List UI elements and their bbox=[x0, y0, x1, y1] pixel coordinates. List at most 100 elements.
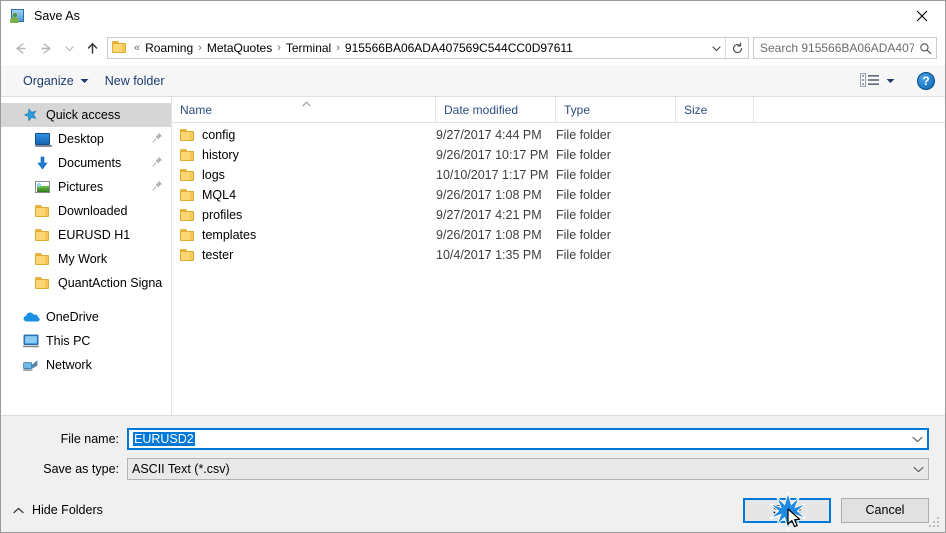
file-list-pane: Name Date modified Type Size config 9/27… bbox=[172, 97, 945, 415]
table-row[interactable]: profiles 9/27/2017 4:21 PM File folder bbox=[172, 205, 945, 225]
column-header-date-modified[interactable]: Date modified bbox=[436, 97, 556, 122]
column-header-size[interactable]: Size bbox=[676, 97, 754, 122]
hide-folders-label: Hide Folders bbox=[32, 503, 103, 517]
sidebar-item-label: My Work bbox=[58, 252, 108, 266]
folder-icon bbox=[180, 189, 195, 201]
breadcrumb-separator: › bbox=[198, 42, 202, 54]
column-header-label: Type bbox=[564, 102, 591, 117]
column-header-label: Name bbox=[180, 102, 213, 117]
sidebar-item-downloaded[interactable]: Downloaded bbox=[1, 199, 171, 223]
chevron-down-icon[interactable] bbox=[908, 466, 928, 473]
sidebar-item-label: Pictures bbox=[58, 180, 104, 194]
folder-icon bbox=[180, 149, 195, 161]
table-row[interactable]: history 9/26/2017 10:17 PM File folder bbox=[172, 145, 945, 165]
forward-arrow-icon[interactable] bbox=[33, 35, 59, 61]
save-as-type-label: Save as type: bbox=[43, 462, 119, 476]
save-as-type-row: Save as type: ASCII Text (*.csv) bbox=[1, 458, 945, 480]
breadcrumb-item-metaquotes[interactable]: MetaQuotes bbox=[205, 41, 274, 55]
file-type-cell: File folder bbox=[556, 168, 611, 182]
table-row[interactable]: MQL4 9/26/2017 1:08 PM File folder bbox=[172, 185, 945, 205]
breadcrumb-overflow[interactable]: « bbox=[131, 42, 143, 54]
breadcrumb-separator: › bbox=[336, 42, 340, 54]
table-row[interactable]: tester 10/4/2017 1:35 PM File folder bbox=[172, 245, 945, 265]
table-row[interactable]: logs 10/10/2017 1:17 PM File folder bbox=[172, 165, 945, 185]
hide-folders-button[interactable]: Hide Folders bbox=[13, 503, 103, 517]
folder-icon bbox=[180, 249, 195, 261]
organize-button[interactable]: Organize bbox=[15, 70, 97, 92]
folder-icon bbox=[180, 129, 195, 141]
breadcrumb-separator: › bbox=[277, 42, 281, 54]
refresh-icon[interactable] bbox=[725, 38, 748, 58]
recent-locations-chevron-down-icon[interactable] bbox=[59, 35, 79, 61]
file-name-cell: profiles bbox=[172, 208, 436, 222]
pin-icon[interactable] bbox=[152, 156, 163, 170]
folder-icon bbox=[180, 209, 195, 221]
back-arrow-icon[interactable] bbox=[7, 35, 33, 61]
file-name-cell: history bbox=[172, 148, 436, 162]
sidebar-item-documents[interactable]: Documents bbox=[1, 151, 171, 175]
column-header-type[interactable]: Type bbox=[556, 97, 676, 122]
folder-icon bbox=[35, 275, 52, 291]
file-date-cell: 9/26/2017 1:08 PM bbox=[436, 188, 542, 202]
window-title: Save As bbox=[34, 9, 80, 23]
file-type-cell: File folder bbox=[556, 208, 611, 222]
breadcrumb-item-roaming[interactable]: Roaming bbox=[143, 41, 195, 55]
file-date-cell: 9/26/2017 10:17 PM bbox=[436, 148, 549, 162]
new-folder-button[interactable]: New folder bbox=[97, 70, 173, 92]
address-chevron-down-icon[interactable] bbox=[708, 38, 725, 58]
sort-ascending-caret-icon bbox=[302, 96, 311, 107]
file-date-cell: 9/27/2017 4:21 PM bbox=[436, 208, 542, 222]
file-date-cell: 9/26/2017 1:08 PM bbox=[436, 228, 542, 242]
cancel-button-wrap: Cancel bbox=[841, 497, 929, 523]
column-header-name[interactable]: Name bbox=[172, 97, 436, 122]
save-button[interactable]: Save bbox=[743, 497, 831, 523]
address-bar[interactable]: « Roaming › MetaQuotes › Terminal › 9155… bbox=[107, 37, 749, 59]
save-as-app-icon bbox=[10, 8, 26, 24]
cancel-button[interactable]: Cancel bbox=[841, 497, 929, 523]
sidebar-item-pictures[interactable]: Pictures bbox=[1, 175, 171, 199]
file-name-label: logs bbox=[202, 168, 225, 182]
help-button[interactable]: ? bbox=[917, 71, 935, 90]
sidebar-item-quick-access[interactable]: Quick access bbox=[1, 103, 171, 127]
documents-icon bbox=[35, 155, 52, 171]
file-name-cell: logs bbox=[172, 168, 436, 182]
sidebar-item-network[interactable]: Network bbox=[1, 353, 171, 377]
sidebar-item-quantaction-signal[interactable]: QuantAction Signal bbox=[1, 271, 171, 295]
navigation-bar: « Roaming › MetaQuotes › Terminal › 9155… bbox=[1, 31, 945, 65]
table-row[interactable]: templates 9/26/2017 1:08 PM File folder bbox=[172, 225, 945, 245]
file-name-value-wrap: EURUSD2 bbox=[129, 432, 907, 446]
sidebar-item-label: Quick access bbox=[46, 108, 121, 122]
sidebar-item-onedrive[interactable]: OneDrive bbox=[1, 305, 171, 329]
file-name-cell: templates bbox=[172, 228, 436, 242]
pin-icon[interactable] bbox=[152, 180, 163, 194]
file-date-cell: 10/4/2017 1:35 PM bbox=[436, 248, 542, 262]
search-input[interactable]: Search 915566BA06ADA40756... bbox=[754, 41, 914, 55]
chevron-up-icon bbox=[13, 507, 24, 513]
sidebar-item-my-work[interactable]: My Work bbox=[1, 247, 171, 271]
pin-icon[interactable] bbox=[152, 132, 163, 146]
sidebar-item-eurusd-h1[interactable]: EURUSD H1 bbox=[1, 223, 171, 247]
save-as-dialog: Save As « Roaming › MetaQuotes › Termina… bbox=[0, 0, 946, 533]
resize-grip[interactable] bbox=[927, 515, 939, 527]
pictures-icon bbox=[35, 179, 52, 195]
view-mode-button[interactable] bbox=[852, 69, 903, 93]
search-box[interactable]: Search 915566BA06ADA40756... bbox=[753, 37, 937, 59]
file-name-input[interactable]: EURUSD2 bbox=[127, 428, 929, 450]
chevron-down-icon[interactable] bbox=[907, 436, 927, 443]
star-icon bbox=[23, 107, 40, 123]
breadcrumb-item-guid[interactable]: 915566BA06ADA407569C544CC0D97611 bbox=[343, 41, 575, 55]
sidebar-item-this-pc[interactable]: This PC bbox=[1, 329, 171, 353]
sidebar-item-desktop[interactable]: Desktop bbox=[1, 127, 171, 151]
folder-icon bbox=[112, 41, 128, 55]
new-folder-label: New folder bbox=[104, 73, 165, 88]
view-mode-icon bbox=[860, 72, 880, 89]
dialog-content: Quick access Desktop Documents Pictures … bbox=[1, 97, 945, 415]
network-icon bbox=[23, 357, 40, 373]
up-arrow-icon[interactable] bbox=[79, 35, 105, 61]
table-row[interactable]: config 9/27/2017 4:44 PM File folder bbox=[172, 125, 945, 145]
close-icon[interactable] bbox=[899, 1, 945, 31]
save-form: File name: EURUSD2 Save as type: ASCII T… bbox=[1, 415, 945, 488]
breadcrumb-item-terminal[interactable]: Terminal bbox=[284, 41, 333, 55]
save-as-type-select[interactable]: ASCII Text (*.csv) bbox=[127, 458, 929, 480]
sidebar-item-label: Documents bbox=[58, 156, 122, 170]
